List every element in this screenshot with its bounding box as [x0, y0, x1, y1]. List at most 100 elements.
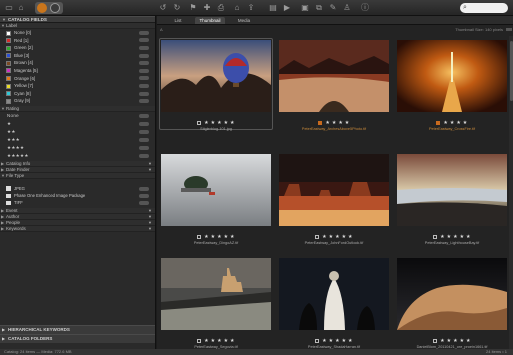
rating-filter-item[interactable]: ★★: [0, 128, 155, 136]
thumbnail-item[interactable]: ★ ★ ★ ★ ★ PeterEastway_JohnFordOutlook.ti…: [279, 154, 389, 251]
select-checkbox[interactable]: [433, 338, 438, 343]
thumbnail-item[interactable]: ★ ★ ★ ★ ★ PeterEastway_LighthouseBay.tif: [397, 154, 507, 251]
thumbnail-rating[interactable]: ★ ★ ★ ★: [397, 120, 507, 126]
star-rating[interactable]: ★ ★ ★ ★ ★: [322, 338, 353, 344]
label-filter-item[interactable]: Blue [3]: [0, 52, 155, 60]
thumbnail-rating[interactable]: ★ ★ ★ ★ ★: [161, 234, 271, 240]
filter-toggle[interactable]: [139, 76, 149, 81]
select-checkbox[interactable]: [197, 234, 202, 239]
select-checkbox[interactable]: [315, 234, 320, 239]
keywords-header[interactable]: ▶ Keywords ▼: [0, 225, 155, 232]
scrollbar[interactable]: [509, 36, 513, 349]
ruler-icon[interactable]: ▤: [268, 3, 278, 13]
thumbnail-rating[interactable]: ★ ★ ★ ★ ★: [279, 338, 389, 344]
filter-toggle[interactable]: [139, 145, 149, 150]
thumbnail-image[interactable]: [397, 258, 507, 330]
filter-toggle[interactable]: [139, 193, 149, 198]
star-rating[interactable]: ★ ★ ★ ★: [325, 120, 349, 126]
rating-filter-item[interactable]: None: [0, 112, 155, 120]
flag-icon[interactable]: ⚑: [188, 3, 198, 13]
filter-toggle[interactable]: [139, 83, 149, 88]
label-filter-item[interactable]: Orange [6]: [0, 75, 155, 83]
thumbnail-item[interactable]: ★ ★ ★ ★ ★ Stiglerblog-101.jpg: [159, 38, 273, 137]
thumbnail-image[interactable]: [279, 40, 389, 112]
thumbnail-item[interactable]: ★ ★ ★ ★ PeterEastway_ArchesAbove5Photo.ti…: [279, 40, 389, 137]
star-rating[interactable]: ★ ★ ★ ★ ★: [440, 234, 471, 240]
thumbnail-image[interactable]: [161, 258, 271, 330]
thumbnail-rating[interactable]: ★ ★ ★ ★ ★: [397, 338, 507, 344]
label-filter-item[interactable]: Green [2]: [0, 44, 155, 52]
select-checkbox[interactable]: [197, 338, 202, 343]
catalog-folders-header[interactable]: ▶ CATALOG FOLDERS: [0, 333, 155, 343]
file-type-filter-item[interactable]: TIFF: [0, 199, 155, 206]
star-rating[interactable]: ★ ★ ★ ★: [443, 120, 467, 126]
thumbnail-image[interactable]: [279, 258, 389, 330]
label-filter-item[interactable]: Gray [9]: [0, 97, 155, 105]
filter-toggle[interactable]: [139, 99, 149, 104]
paint-icon[interactable]: ✎: [328, 3, 338, 13]
scroll-thumb[interactable]: [509, 41, 513, 101]
copy-icon[interactable]: ⧉: [314, 3, 324, 13]
stamp-icon[interactable]: ♙: [342, 3, 352, 13]
filter-toggle[interactable]: [139, 121, 149, 126]
tab-media[interactable]: Media: [229, 17, 259, 24]
select-checkbox[interactable]: [318, 120, 323, 125]
play-icon[interactable]: ▶: [282, 3, 292, 13]
rotate-right-icon[interactable]: ↻: [172, 3, 182, 13]
rating-filter-item[interactable]: ★★★: [0, 136, 155, 144]
search-input[interactable]: ⌕: [460, 3, 508, 13]
star-rating[interactable]: ★ ★ ★ ★ ★: [204, 234, 235, 240]
filter-toggle[interactable]: [139, 201, 149, 206]
thumbnail-image[interactable]: [161, 154, 271, 226]
filter-toggle[interactable]: [139, 91, 149, 96]
sort-icon[interactable]: A: [160, 25, 163, 34]
label-filter-item[interactable]: Cyan [8]: [0, 90, 155, 98]
rating-filter-item[interactable]: ★★★★★: [0, 152, 155, 160]
thumbnail-rating[interactable]: ★ ★ ★ ★ ★: [161, 338, 271, 344]
select-checkbox[interactable]: [315, 338, 320, 343]
thumbnail-image[interactable]: [397, 40, 507, 112]
thumbnail-item[interactable]: ★ ★ ★ ★ ★ PeterEastway_ShadaHarran.tif: [279, 258, 389, 355]
catalog-fields-header[interactable]: ▼ CATALOG FIELDS: [0, 16, 155, 23]
select-checkbox[interactable]: [436, 120, 441, 125]
label-filter-item[interactable]: Yellow [7]: [0, 82, 155, 90]
thumbnail-rating[interactable]: ★ ★ ★ ★ ★: [397, 234, 507, 240]
rotate-left-icon[interactable]: ↺: [158, 3, 168, 13]
filter-toggle[interactable]: [139, 68, 149, 73]
file-type-filter-item[interactable]: Phase One Enhanced Image Package: [0, 192, 155, 199]
thumbnail-image[interactable]: [279, 154, 389, 226]
thumbnail-rating[interactable]: ★ ★ ★ ★ ★: [161, 120, 271, 126]
folder-icon[interactable]: ▭: [4, 3, 14, 13]
label-filter-item[interactable]: Red [1]: [0, 37, 155, 45]
home-icon[interactable]: ⌂: [16, 3, 26, 13]
label-filter-item[interactable]: Magenta [5]: [0, 67, 155, 75]
filter-toggle[interactable]: [139, 53, 149, 58]
filter-toggle[interactable]: [139, 186, 149, 191]
file-type-filter-item[interactable]: JPEG: [0, 185, 155, 192]
rating-filter-item[interactable]: ★: [0, 120, 155, 128]
star-rating[interactable]: ★ ★ ★ ★ ★: [322, 234, 353, 240]
export-icon[interactable]: ⇪: [246, 3, 256, 13]
thumbnail-item[interactable]: ★ ★ ★ ★ ★ PeterEastway_Segovia.tif: [161, 258, 271, 355]
star-rating[interactable]: ★ ★ ★ ★ ★: [204, 338, 235, 344]
pick-icon[interactable]: ✚: [202, 3, 212, 13]
filter-toggle[interactable]: [139, 45, 149, 50]
thumbnail-image[interactable]: [161, 40, 271, 112]
thumbnail-rating[interactable]: ★ ★ ★ ★: [279, 120, 389, 126]
thumbnail-image[interactable]: [397, 154, 507, 226]
star-rating[interactable]: ★ ★ ★ ★ ★: [440, 338, 471, 344]
shop-icon[interactable]: ⌂: [232, 3, 242, 13]
filter-toggle[interactable]: [139, 38, 149, 43]
select-checkbox[interactable]: [433, 234, 438, 239]
select-checkbox[interactable]: [197, 120, 202, 125]
star-rating[interactable]: ★ ★ ★ ★ ★: [204, 120, 235, 126]
filter-toggle[interactable]: [139, 137, 149, 142]
thumbnail-rating[interactable]: ★ ★ ★ ★ ★: [279, 234, 389, 240]
rating-filter-item[interactable]: ★★★★: [0, 144, 155, 152]
tab-thumbnail[interactable]: Thumbnail: [195, 17, 225, 24]
label-filter-item[interactable]: Brown [4]: [0, 59, 155, 67]
filter-toggle[interactable]: [139, 129, 149, 134]
filter-toggle[interactable]: [139, 61, 149, 66]
thumbnail-size-slider[interactable]: [506, 28, 512, 31]
view-icon[interactable]: ▣: [300, 3, 310, 13]
